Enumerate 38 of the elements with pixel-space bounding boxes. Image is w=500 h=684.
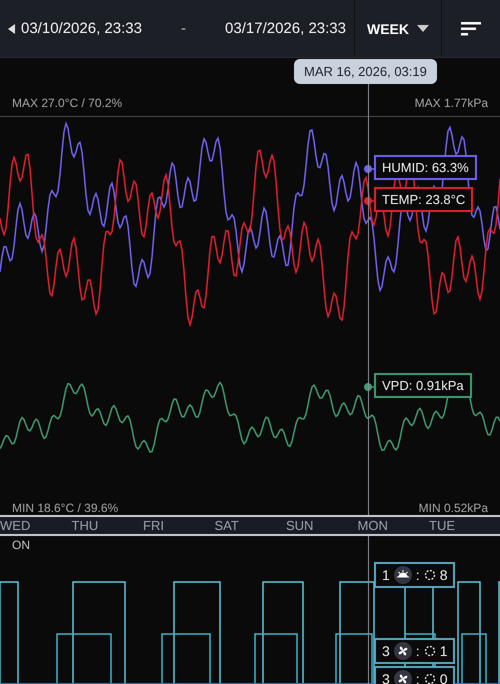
max-temp-humid-label: MAX 27.0°C / 70.2%: [12, 96, 122, 110]
caret-left-icon[interactable]: [8, 24, 15, 34]
day-label: SAT: [214, 518, 239, 533]
timer-icon: [424, 673, 436, 684]
device-number: 3: [382, 671, 390, 684]
day-label: THU: [72, 518, 98, 533]
device-value: 1: [440, 643, 448, 659]
cursor-time-tooltip: MAR 16, 2026, 03:19: [294, 59, 437, 84]
sort-icon: [461, 22, 481, 36]
caret-down-icon: [417, 25, 429, 32]
day-label: WED: [0, 518, 30, 533]
timer-icon: [424, 569, 436, 581]
value-separator: :: [416, 567, 420, 583]
vpd-readout: VPD: 0.91kPa: [374, 373, 472, 398]
max-vpd-label: MAX 1.77kPa: [414, 96, 488, 110]
fan-icon: [394, 670, 412, 684]
device-value: 8: [440, 567, 448, 583]
device-number: 3: [382, 643, 390, 659]
day-label: SUN: [286, 518, 314, 533]
min-vpd-label: MIN 0.52kPa: [418, 501, 488, 515]
on-state-label: ON: [11, 537, 31, 554]
value-separator: :: [416, 671, 420, 684]
fan-icon: [394, 642, 412, 660]
day-label: FRI: [143, 518, 164, 533]
range-dropdown[interactable]: WEEK: [354, 0, 442, 57]
start-date[interactable]: 03/10/2026, 23:33: [21, 20, 142, 37]
device-number: 1: [382, 567, 390, 583]
day-label: MON: [358, 518, 388, 533]
date-separator: -: [181, 20, 186, 37]
sun-icon: [394, 566, 412, 584]
day-label: TUE: [429, 518, 455, 533]
humid-readout: HUMID: 63.3%: [374, 155, 477, 180]
temp-readout: TEMP: 23.8°C: [374, 187, 474, 212]
timer-icon: [424, 645, 436, 657]
end-date[interactable]: 03/17/2026, 23:33: [225, 20, 346, 37]
device-value: 0: [440, 671, 448, 684]
min-temp-humid-label: MIN 18.6°C / 39.6%: [12, 501, 118, 515]
value-separator: :: [416, 643, 420, 659]
